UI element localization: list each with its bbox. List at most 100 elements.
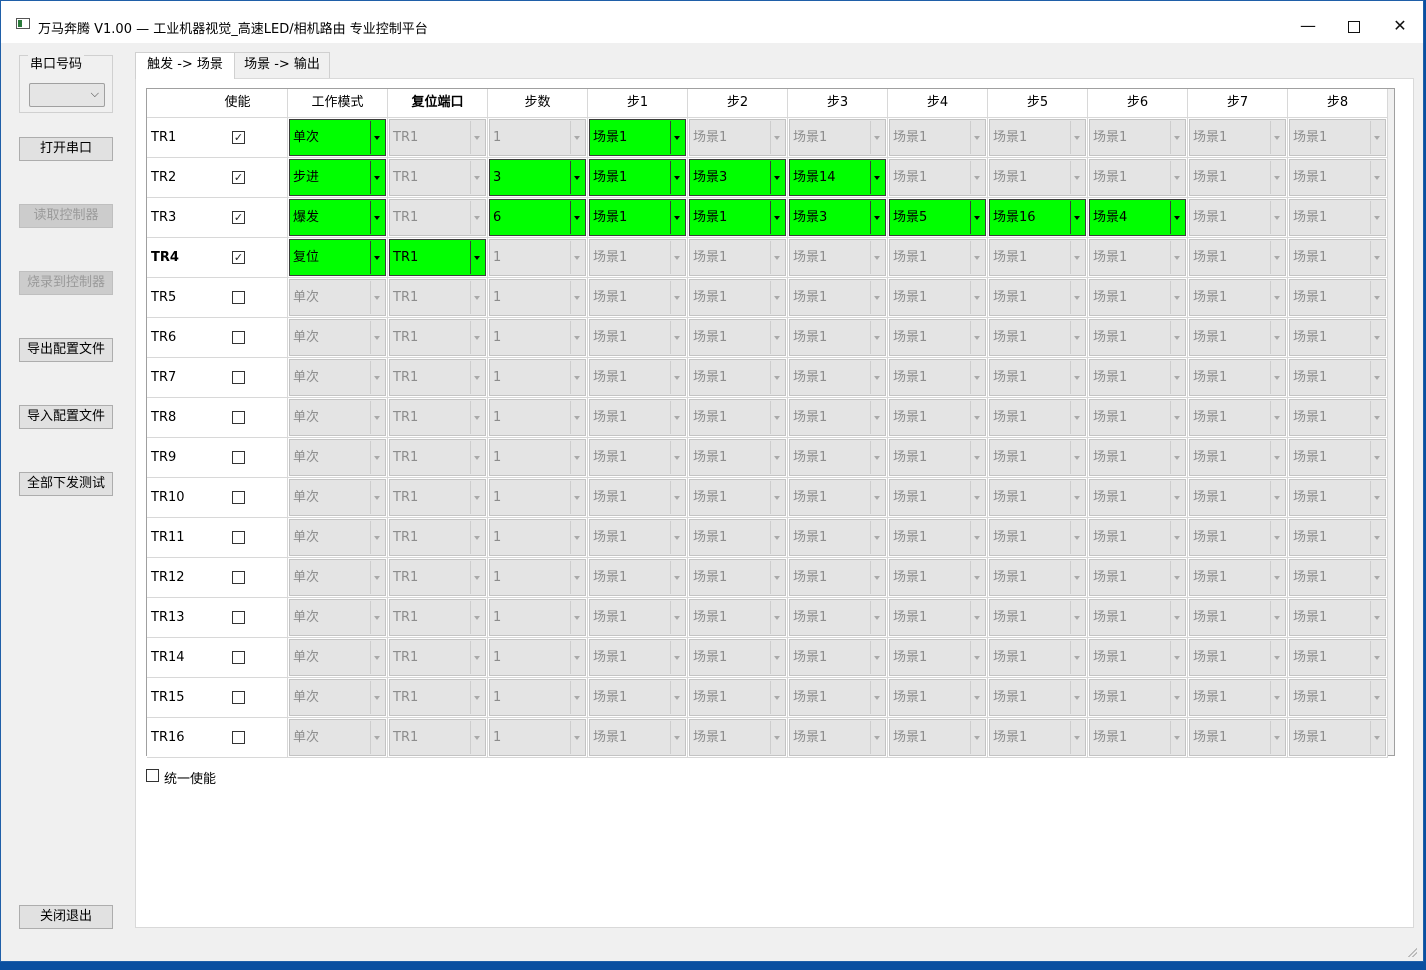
- tab-2[interactable]: 场景 -> 输出: [234, 52, 330, 78]
- cell-combo[interactable]: 单次: [289, 719, 386, 756]
- enable-checkbox[interactable]: [232, 411, 245, 424]
- cell-combo[interactable]: 场景1: [689, 199, 786, 236]
- cell-combo[interactable]: 单次: [289, 639, 386, 676]
- cell-combo[interactable]: 1: [489, 239, 586, 276]
- cell-combo[interactable]: 场景1: [889, 399, 986, 436]
- cell-combo[interactable]: TR1: [389, 679, 486, 716]
- cell-combo[interactable]: TR1: [389, 319, 486, 356]
- cell-combo[interactable]: 场景1: [1089, 439, 1186, 476]
- cell-combo[interactable]: 场景4: [1089, 199, 1186, 236]
- cell-combo[interactable]: TR1: [389, 279, 486, 316]
- cell-combo[interactable]: TR1: [389, 199, 486, 236]
- cell-combo[interactable]: 场景1: [1089, 279, 1186, 316]
- resize-grip-icon[interactable]: [1407, 947, 1417, 957]
- cell-combo[interactable]: 场景1: [1089, 519, 1186, 556]
- cell-combo[interactable]: TR1: [389, 359, 486, 396]
- cell-combo[interactable]: 1: [489, 279, 586, 316]
- cell-combo[interactable]: 场景1: [1289, 279, 1386, 316]
- cell-combo[interactable]: 场景1: [1189, 279, 1286, 316]
- cell-combo[interactable]: 单次: [289, 599, 386, 636]
- cell-combo[interactable]: 场景1: [1289, 679, 1386, 716]
- cell-combo[interactable]: 场景1: [689, 279, 786, 316]
- cell-combo[interactable]: 场景1: [889, 279, 986, 316]
- cell-combo[interactable]: 场景1: [989, 119, 1086, 156]
- exit-button[interactable]: 关闭退出: [19, 905, 113, 929]
- cell-combo[interactable]: 步进: [289, 159, 386, 196]
- cell-combo[interactable]: 场景1: [589, 239, 686, 276]
- enable-checkbox[interactable]: ✓: [232, 251, 245, 264]
- cell-combo[interactable]: 场景1: [1289, 599, 1386, 636]
- cell-combo[interactable]: 场景1: [689, 719, 786, 756]
- cell-combo[interactable]: 场景1: [589, 719, 686, 756]
- cell-combo[interactable]: 场景1: [1289, 439, 1386, 476]
- cell-combo[interactable]: 场景1: [789, 519, 886, 556]
- cell-combo[interactable]: 场景1: [889, 719, 986, 756]
- cell-combo[interactable]: 场景1: [1089, 359, 1186, 396]
- enable-checkbox[interactable]: ✓: [232, 211, 245, 224]
- cell-combo[interactable]: 场景1: [889, 239, 986, 276]
- cell-combo[interactable]: 场景1: [789, 559, 886, 596]
- cell-combo[interactable]: 单次: [289, 479, 386, 516]
- cell-combo[interactable]: 场景1: [689, 239, 786, 276]
- cell-combo[interactable]: 单次: [289, 279, 386, 316]
- cell-combo[interactable]: 场景1: [689, 639, 786, 676]
- cell-combo[interactable]: 场景1: [589, 479, 686, 516]
- cell-combo[interactable]: 场景1: [1089, 239, 1186, 276]
- cell-combo[interactable]: 单次: [289, 319, 386, 356]
- cell-combo[interactable]: 单次: [289, 399, 386, 436]
- cell-combo[interactable]: 场景1: [1189, 639, 1286, 676]
- minimize-button[interactable]: —: [1285, 11, 1331, 41]
- cell-combo[interactable]: 场景1: [589, 159, 686, 196]
- sidebar-button-6[interactable]: 全部下发测试: [19, 472, 113, 496]
- cell-combo[interactable]: 场景1: [989, 479, 1086, 516]
- cell-combo[interactable]: 1: [489, 439, 586, 476]
- title-bar[interactable]: 万马奔腾 V1.00 — 工业机器视觉_高速LED/相机路由 专业控制平台 — …: [1, 1, 1423, 43]
- cell-combo[interactable]: 6: [489, 199, 586, 236]
- cell-combo[interactable]: 场景1: [989, 639, 1086, 676]
- cell-combo[interactable]: 场景1: [589, 199, 686, 236]
- cell-combo[interactable]: TR1: [389, 119, 486, 156]
- cell-combo[interactable]: 场景1: [789, 599, 886, 636]
- cell-combo[interactable]: 场景1: [1189, 599, 1286, 636]
- cell-combo[interactable]: 1: [489, 639, 586, 676]
- cell-combo[interactable]: 场景1: [1089, 599, 1186, 636]
- cell-combo[interactable]: 场景1: [589, 359, 686, 396]
- cell-combo[interactable]: 1: [489, 359, 586, 396]
- cell-combo[interactable]: 场景1: [689, 399, 786, 436]
- cell-combo[interactable]: 单次: [289, 119, 386, 156]
- cell-combo[interactable]: 场景1: [589, 319, 686, 356]
- cell-combo[interactable]: 场景1: [889, 159, 986, 196]
- sidebar-button-1[interactable]: 打开串口: [19, 137, 113, 161]
- cell-combo[interactable]: TR1: [389, 479, 486, 516]
- cell-combo[interactable]: 场景1: [689, 359, 786, 396]
- cell-combo[interactable]: TR1: [389, 439, 486, 476]
- cell-combo[interactable]: 单次: [289, 439, 386, 476]
- cell-combo[interactable]: 场景1: [1089, 679, 1186, 716]
- cell-combo[interactable]: 场景1: [589, 519, 686, 556]
- cell-combo[interactable]: 爆发: [289, 199, 386, 236]
- cell-combo[interactable]: 场景16: [989, 199, 1086, 236]
- sidebar-button-4[interactable]: 导出配置文件: [19, 338, 113, 362]
- cell-combo[interactable]: TR1: [389, 559, 486, 596]
- cell-combo[interactable]: 场景1: [789, 359, 886, 396]
- cell-combo[interactable]: 场景1: [1089, 119, 1186, 156]
- enable-checkbox[interactable]: [232, 651, 245, 664]
- cell-combo[interactable]: 场景1: [1189, 319, 1286, 356]
- cell-combo[interactable]: 场景1: [589, 399, 686, 436]
- cell-combo[interactable]: 场景1: [789, 399, 886, 436]
- cell-combo[interactable]: 场景1: [1189, 239, 1286, 276]
- enable-checkbox[interactable]: [232, 611, 245, 624]
- cell-combo[interactable]: 场景1: [589, 679, 686, 716]
- cell-combo[interactable]: 场景1: [789, 319, 886, 356]
- cell-combo[interactable]: 1: [489, 319, 586, 356]
- cell-combo[interactable]: 场景1: [989, 319, 1086, 356]
- cell-combo[interactable]: 场景1: [889, 319, 986, 356]
- maximize-button[interactable]: [1331, 11, 1377, 41]
- cell-combo[interactable]: TR1: [389, 519, 486, 556]
- cell-combo[interactable]: 场景1: [1089, 479, 1186, 516]
- enable-checkbox[interactable]: [232, 691, 245, 704]
- cell-combo[interactable]: 场景1: [989, 439, 1086, 476]
- cell-combo[interactable]: 场景1: [1289, 559, 1386, 596]
- enable-checkbox[interactable]: ✓: [232, 131, 245, 144]
- cell-combo[interactable]: TR1: [389, 159, 486, 196]
